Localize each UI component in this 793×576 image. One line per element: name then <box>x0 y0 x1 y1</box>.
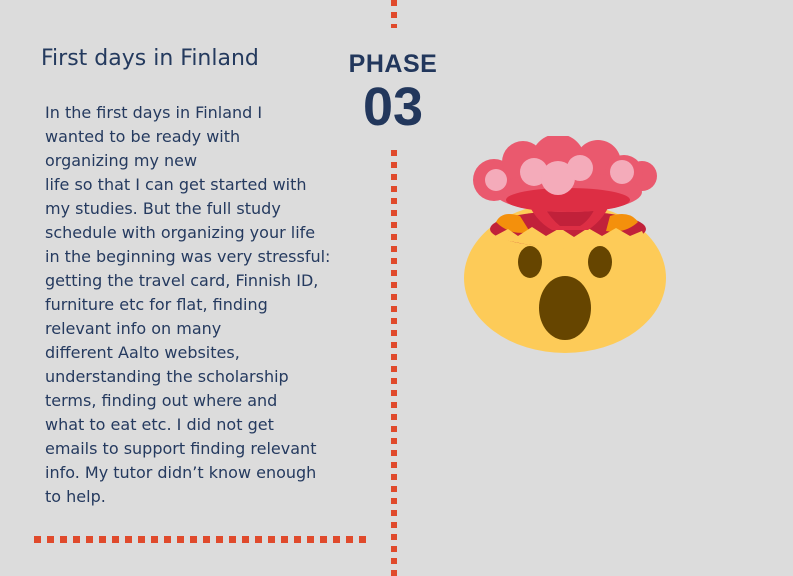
section-title: First days in Finland <box>41 46 259 71</box>
exploding-head-icon <box>460 134 670 362</box>
body-line: terms, finding out where and <box>45 391 278 410</box>
vertical-divider-bottom <box>391 150 397 576</box>
body-line: what to eat etc. I did not get <box>45 415 274 434</box>
horizontal-divider <box>34 536 372 543</box>
phase-number: 03 <box>362 77 424 137</box>
body-line: getting the travel card, Finnish ID, <box>45 271 319 290</box>
body-line: emails to support finding relevant <box>45 439 317 458</box>
body-line: life so that I can get started with <box>45 175 307 194</box>
section-body: In the first days in Finland I wanted to… <box>45 101 330 509</box>
body-line: different Aalto websites, <box>45 343 240 362</box>
body-line: wanted to be ready with <box>45 127 241 146</box>
body-line: organizing my new <box>45 151 198 170</box>
body-line: schedule with organizing your life <box>45 223 316 242</box>
body-line: my studies. But the full study <box>45 199 281 218</box>
body-line: relevant info on many <box>45 319 222 338</box>
body-line: furniture etc for flat, finding <box>45 295 268 314</box>
body-line: to help. <box>45 487 106 506</box>
phase-label: PHASE <box>348 50 438 78</box>
vertical-divider-top <box>391 0 397 28</box>
body-line: info. My tutor didn’t know enough <box>45 463 317 482</box>
body-line: in the beginning was very stressful: <box>45 247 331 266</box>
body-line: In the first days in Finland I <box>45 103 263 122</box>
body-line: understanding the scholarship <box>45 367 289 386</box>
